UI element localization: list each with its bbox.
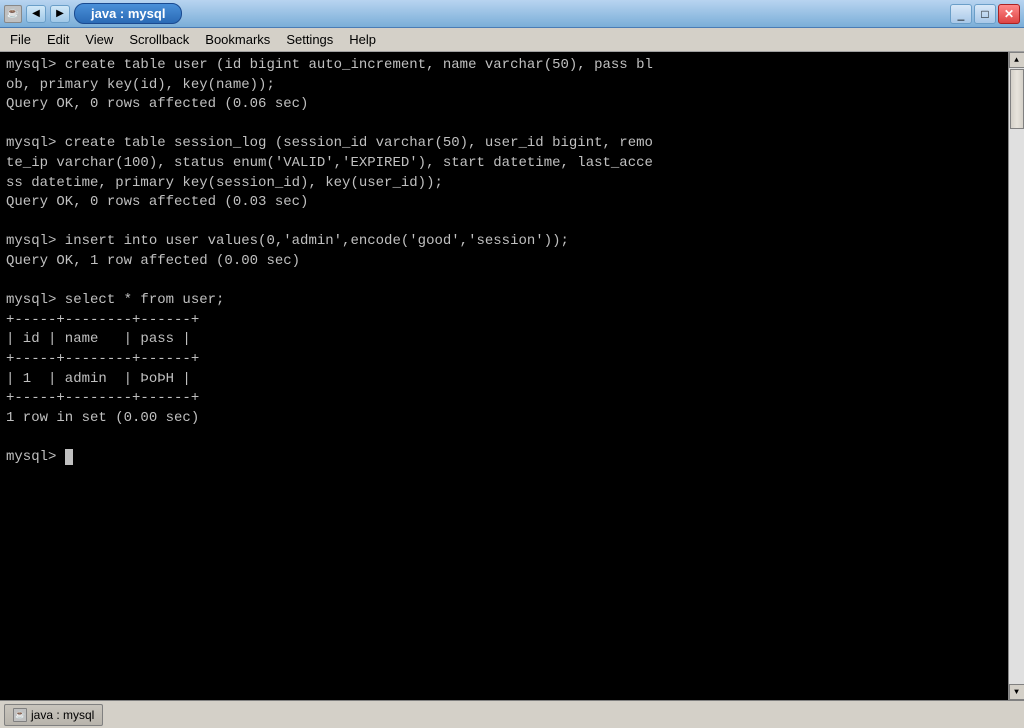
taskbar-app-icon: ☕ — [13, 708, 27, 722]
window-controls: _ □ ✕ — [950, 4, 1020, 24]
menu-help[interactable]: Help — [341, 30, 384, 49]
scrollbar-track[interactable] — [1009, 68, 1024, 684]
title-bar-left: ☕ ◀ ▶ java : mysql — [4, 3, 182, 24]
vertical-scrollbar[interactable]: ▲ ▼ — [1008, 52, 1024, 700]
taskbar-java-mysql[interactable]: ☕ java : mysql — [4, 704, 103, 726]
app-icon: ☕ — [4, 5, 22, 23]
nav-back-button[interactable]: ◀ — [26, 5, 46, 23]
scroll-up-button[interactable]: ▲ — [1009, 52, 1024, 68]
terminal-container: mysql> create table user (id bigint auto… — [0, 52, 1024, 700]
close-button[interactable]: ✕ — [998, 4, 1020, 24]
taskbar: ☕ java : mysql — [0, 700, 1024, 728]
menu-edit[interactable]: Edit — [39, 30, 77, 49]
title-bar: ☕ ◀ ▶ java : mysql _ □ ✕ — [0, 0, 1024, 28]
minimize-button[interactable]: _ — [950, 4, 972, 24]
menu-settings[interactable]: Settings — [278, 30, 341, 49]
nav-forward-button[interactable]: ▶ — [50, 5, 70, 23]
menu-scrollback[interactable]: Scrollback — [121, 30, 197, 49]
scrollbar-thumb[interactable] — [1010, 69, 1024, 129]
taskbar-label: java : mysql — [31, 708, 94, 722]
menu-bookmarks[interactable]: Bookmarks — [197, 30, 278, 49]
menu-file[interactable]: File — [2, 30, 39, 49]
window-title: java : mysql — [74, 3, 182, 24]
menu-view[interactable]: View — [77, 30, 121, 49]
terminal-output[interactable]: mysql> create table user (id bigint auto… — [0, 52, 1008, 700]
scroll-down-button[interactable]: ▼ — [1009, 684, 1024, 700]
maximize-button[interactable]: □ — [974, 4, 996, 24]
menu-bar: File Edit View Scrollback Bookmarks Sett… — [0, 28, 1024, 52]
